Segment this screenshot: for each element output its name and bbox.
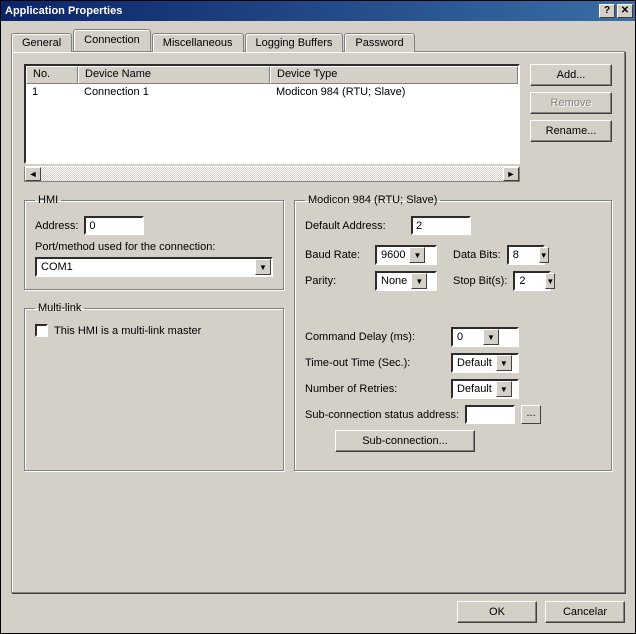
subconn-status-browse-button[interactable]: ... — [521, 405, 541, 424]
multilink-group: Multi-link This HMI is a multi-link mast… — [24, 302, 284, 471]
horizontal-scrollbar[interactable]: ◄ ► — [24, 166, 520, 182]
command-delay-label: Command Delay (ms): — [305, 331, 445, 343]
titlebar: Application Properties ? ✕ — [1, 1, 635, 21]
connections-list[interactable]: No. Device Name Device Type 1 Connection… — [24, 64, 520, 164]
device-legend: Modicon 984 (RTU; Slave) — [305, 194, 440, 206]
chevron-down-icon: ▼ — [496, 381, 512, 397]
parity-label: Parity: — [305, 275, 369, 287]
chevron-down-icon: ▼ — [483, 329, 499, 345]
stop-bits-select[interactable]: 2 ▼ — [513, 271, 551, 291]
subconn-status-input[interactable] — [465, 405, 515, 424]
chevron-down-icon: ▼ — [255, 259, 271, 275]
hmi-legend: HMI — [35, 194, 61, 206]
scroll-right-icon[interactable]: ► — [503, 167, 519, 181]
baud-rate-label: Baud Rate: — [305, 249, 369, 261]
tab-miscellaneous[interactable]: Miscellaneous — [152, 33, 244, 52]
scroll-left-icon[interactable]: ◄ — [25, 167, 41, 181]
window-title: Application Properties — [5, 5, 597, 17]
port-select[interactable]: COM1 ▼ — [35, 257, 273, 277]
tab-logging-buffers[interactable]: Logging Buffers — [245, 33, 344, 52]
address-label: Address: — [35, 220, 78, 232]
multilink-legend: Multi-link — [35, 302, 84, 314]
subconn-status-label: Sub-connection status address: — [305, 409, 459, 421]
parity-select[interactable]: None ▼ — [375, 271, 437, 291]
col-header-no[interactable]: No. — [26, 66, 78, 84]
tab-general[interactable]: General — [11, 33, 72, 52]
baud-rate-select[interactable]: 9600 ▼ — [375, 245, 437, 265]
application-properties-window: Application Properties ? ✕ General Conne… — [0, 0, 636, 634]
timeout-label: Time-out Time (Sec.): — [305, 357, 445, 369]
data-bits-select[interactable]: 8 ▼ — [507, 245, 545, 265]
retries-label: Number of Retries: — [305, 383, 445, 395]
chevron-down-icon: ▼ — [411, 273, 427, 289]
tab-connection[interactable]: Connection — [73, 29, 151, 51]
chevron-down-icon: ▼ — [496, 355, 512, 371]
tabstrip: General Connection Miscellaneous Logging… — [11, 29, 625, 51]
col-header-device-name[interactable]: Device Name — [78, 66, 270, 84]
rename-button[interactable]: Rename... — [530, 120, 612, 142]
remove-button[interactable]: Remove — [530, 92, 612, 114]
add-button[interactable]: Add... — [530, 64, 612, 86]
help-icon[interactable]: ? — [599, 4, 615, 18]
multilink-checkbox-label: This HMI is a multi-link master — [54, 325, 201, 337]
default-address-label: Default Address: — [305, 220, 405, 232]
list-item[interactable]: 1 Connection 1 Modicon 984 (RTU; Slave) — [26, 84, 518, 100]
tab-password[interactable]: Password — [344, 33, 414, 52]
data-bits-label: Data Bits: — [453, 249, 501, 261]
tab-content: No. Device Name Device Type 1 Connection… — [11, 51, 625, 593]
cancel-button[interactable]: Cancelar — [545, 601, 625, 623]
chevron-down-icon: ▼ — [545, 273, 555, 289]
address-input[interactable] — [84, 216, 144, 235]
chevron-down-icon: ▼ — [409, 247, 425, 263]
default-address-input[interactable] — [411, 216, 471, 235]
multilink-checkbox[interactable] — [35, 324, 48, 337]
retries-select[interactable]: Default ▼ — [451, 379, 519, 399]
close-icon[interactable]: ✕ — [617, 4, 633, 18]
port-label: Port/method used for the connection: — [35, 241, 273, 253]
chevron-down-icon: ▼ — [539, 247, 549, 263]
device-group: Modicon 984 (RTU; Slave) Default Address… — [294, 194, 612, 471]
col-header-device-type[interactable]: Device Type — [270, 66, 518, 84]
hmi-group: HMI Address: Port/method used for the co… — [24, 194, 284, 290]
timeout-select[interactable]: Default ▼ — [451, 353, 519, 373]
subconnection-button[interactable]: Sub-connection... — [335, 430, 475, 452]
ok-button[interactable]: OK — [457, 601, 537, 623]
stop-bits-label: Stop Bit(s): — [453, 275, 507, 287]
command-delay-select[interactable]: 0 ▼ — [451, 327, 519, 347]
